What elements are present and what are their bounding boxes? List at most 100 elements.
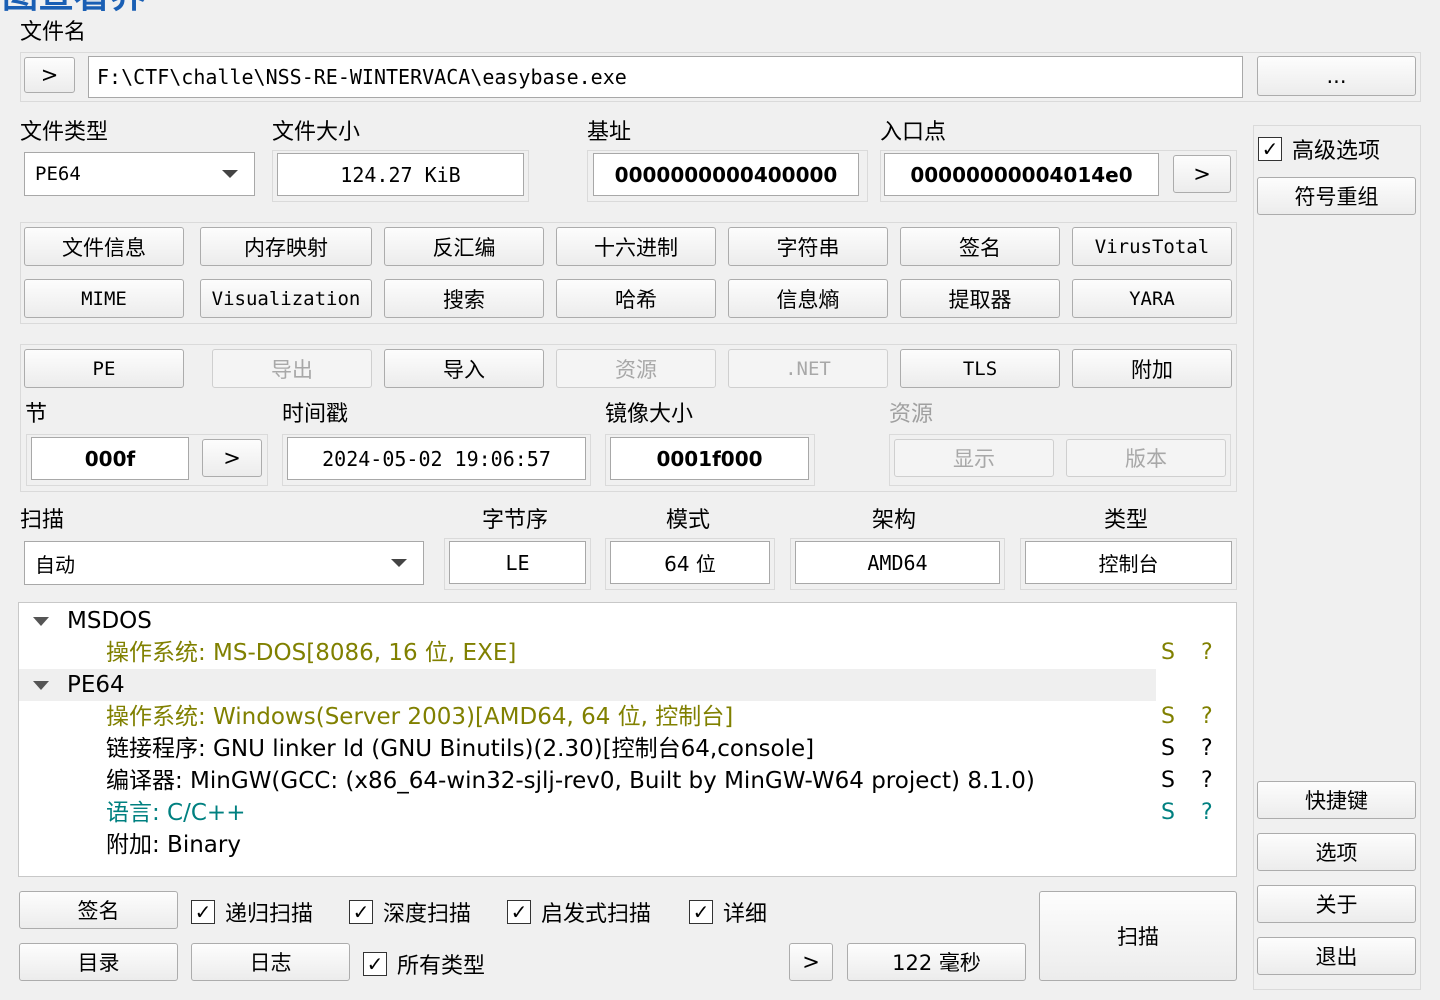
shortcuts-button[interactable]: 快捷键 [1257,781,1416,819]
entry-point-button[interactable]: > [1173,155,1231,193]
all-types-label: 所有类型 [397,954,486,979]
deep-scan-checkbox[interactable]: ✓ 深度扫描 [349,896,471,928]
info-link[interactable]: ? [1201,701,1213,733]
pe-pe-button[interactable]: PE [24,349,184,388]
mime-button[interactable]: MIME [24,279,184,318]
image-size-value: 0001f000 [610,437,809,480]
pe-import-button[interactable]: 导入 [384,349,544,388]
heuristic-scan-checkbox[interactable]: ✓ 启发式扫描 [507,896,651,928]
strings-button[interactable]: 字符串 [728,227,888,266]
signature-link[interactable]: S [1161,797,1175,829]
tree-item-row[interactable]: 附加: Binary [19,829,1236,861]
scan-time-expand-button[interactable]: > [789,943,833,981]
file-path-input[interactable]: F:\CTF\challe\NSS-RE-WINTERVACA\easybase… [88,56,1243,98]
all-types-checkbox[interactable]: ✓ 所有类型 [363,948,485,980]
yara-button[interactable]: YARA [1072,279,1232,318]
pe-resources-button[interactable]: 资源 [556,349,716,388]
type-value: 控制台 [1025,541,1232,584]
tree-group-row[interactable]: PE64 [19,669,1156,701]
tree-group-label: PE64 [67,672,125,698]
checkmark-icon: ✓ [1258,137,1282,161]
scan-mode-value: 自动 [35,552,75,577]
expand-arrow-icon[interactable] [33,681,49,690]
browse-file-button[interactable]: ... [1257,56,1416,96]
sections-button[interactable]: > [202,439,262,477]
log-button[interactable]: 日志 [191,943,350,981]
results-tree[interactable]: MSDOS 操作系统: MS-DOS[8086, 16 位, EXE] S? PE64… [18,602,1237,877]
tree-group-label: MSDOS [67,608,152,634]
pe-tls-button[interactable]: TLS [900,349,1060,388]
file-type-select[interactable]: PE64 [24,152,255,196]
endian-label: 字节序 [482,508,549,533]
tree-item-row[interactable]: 链接程序: GNU linker ld (GNU Binutils)(2.30)… [19,733,1236,765]
sections-label: 节 [25,402,48,427]
resources-version-button[interactable]: 版本 [1066,439,1226,477]
info-link[interactable]: ? [1201,637,1213,669]
chevron-down-icon [222,170,238,178]
memory-map-button[interactable]: 内存映射 [200,227,372,266]
signature-link[interactable]: S [1161,733,1175,765]
arch-value: AMD64 [795,541,1000,584]
arch-label: 架构 [872,508,917,533]
tree-item-label: 操作系统: MS-DOS[8086, 16 位, EXE] [106,640,517,666]
tree-group-row[interactable]: MSDOS [19,605,1236,637]
tree-item-label: 附加: Binary [106,832,241,858]
exit-button[interactable]: 退出 [1257,937,1416,975]
scan-mode-select[interactable]: 自动 [24,541,424,585]
info-link[interactable]: ? [1201,765,1213,797]
scan-label: 扫描 [20,508,65,533]
type-label: 类型 [1104,508,1149,533]
hex-button[interactable]: 十六进制 [556,227,716,266]
tree-item-row[interactable]: 操作系统: Windows(Server 2003)[AMD64, 64 位, … [19,701,1236,733]
entry-point-label: 入口点 [880,120,947,145]
pe-dotnet-button[interactable]: .NET [728,349,888,388]
deep-scan-label: 深度扫描 [383,902,472,927]
signature-link[interactable]: S [1161,701,1175,733]
about-button[interactable]: 关于 [1257,885,1416,923]
options-button[interactable]: 选项 [1257,833,1416,871]
visualization-button[interactable]: Visualization [200,279,372,318]
signature-button[interactable]: 签名 [900,227,1060,266]
entry-point-value: 00000000004014e0 [884,153,1159,196]
search-button[interactable]: 搜索 [384,279,544,318]
file-info-button[interactable]: 文件信息 [24,227,184,266]
signature-link[interactable]: S [1161,637,1175,669]
scan-button[interactable]: 扫描 [1039,891,1237,981]
demangle-button[interactable]: 符号重组 [1257,177,1416,215]
resources-show-button[interactable]: 显示 [894,439,1054,477]
disasm-button[interactable]: 反汇编 [384,227,544,266]
file-size-label: 文件大小 [272,120,361,145]
sections-value: 000f [31,437,189,480]
window-title-fragment: 图查看界 [2,0,146,14]
file-history-button[interactable]: > [24,57,75,93]
info-link[interactable]: ? [1201,733,1213,765]
pe-overlay-button[interactable]: 附加 [1072,349,1232,388]
pe-export-button[interactable]: 导出 [212,349,372,388]
tree-item-label: 链接程序: GNU linker ld (GNU Binutils)(2.30)… [106,736,815,762]
signature-link[interactable]: S [1161,765,1175,797]
tree-item-label: 操作系统: Windows(Server 2003)[AMD64, 64 位, … [106,704,734,730]
hash-button[interactable]: 哈希 [556,279,716,318]
signature-button[interactable]: 签名 [19,891,178,929]
mode-label: 模式 [666,508,711,533]
scan-time-value: 122 毫秒 [847,943,1026,981]
expand-arrow-icon[interactable] [33,617,49,626]
extractor-button[interactable]: 提取器 [900,279,1060,318]
virustotal-button[interactable]: VirusTotal [1072,227,1232,266]
advanced-options-checkbox[interactable]: ✓ 高级选项 [1258,133,1380,165]
endian-value: LE [449,541,586,584]
directory-button[interactable]: 目录 [19,943,178,981]
recursive-scan-checkbox[interactable]: ✓ 递归扫描 [191,896,313,928]
entropy-button[interactable]: 信息熵 [728,279,888,318]
tree-item-row[interactable]: 操作系统: MS-DOS[8086, 16 位, EXE] S? [19,637,1236,669]
tree-item-row[interactable]: 编译器: MinGW(GCC: (x86_64-win32-sjlj-rev0,… [19,765,1236,797]
file-size-value: 124.27 KiB [277,153,524,196]
file-type-value: PE64 [35,163,81,185]
info-link[interactable]: ? [1201,797,1213,829]
tree-item-row[interactable]: 语言: C/C++ S? [19,797,1236,829]
recursive-scan-label: 递归扫描 [225,902,314,927]
checkmark-icon: ✓ [191,900,215,924]
tree-item-label: 编译器: MinGW(GCC: (x86_64-win32-sjlj-rev0,… [106,768,1035,794]
tree-item-label: 语言: C/C++ [106,800,246,826]
verbose-checkbox[interactable]: ✓ 详细 [689,896,767,928]
